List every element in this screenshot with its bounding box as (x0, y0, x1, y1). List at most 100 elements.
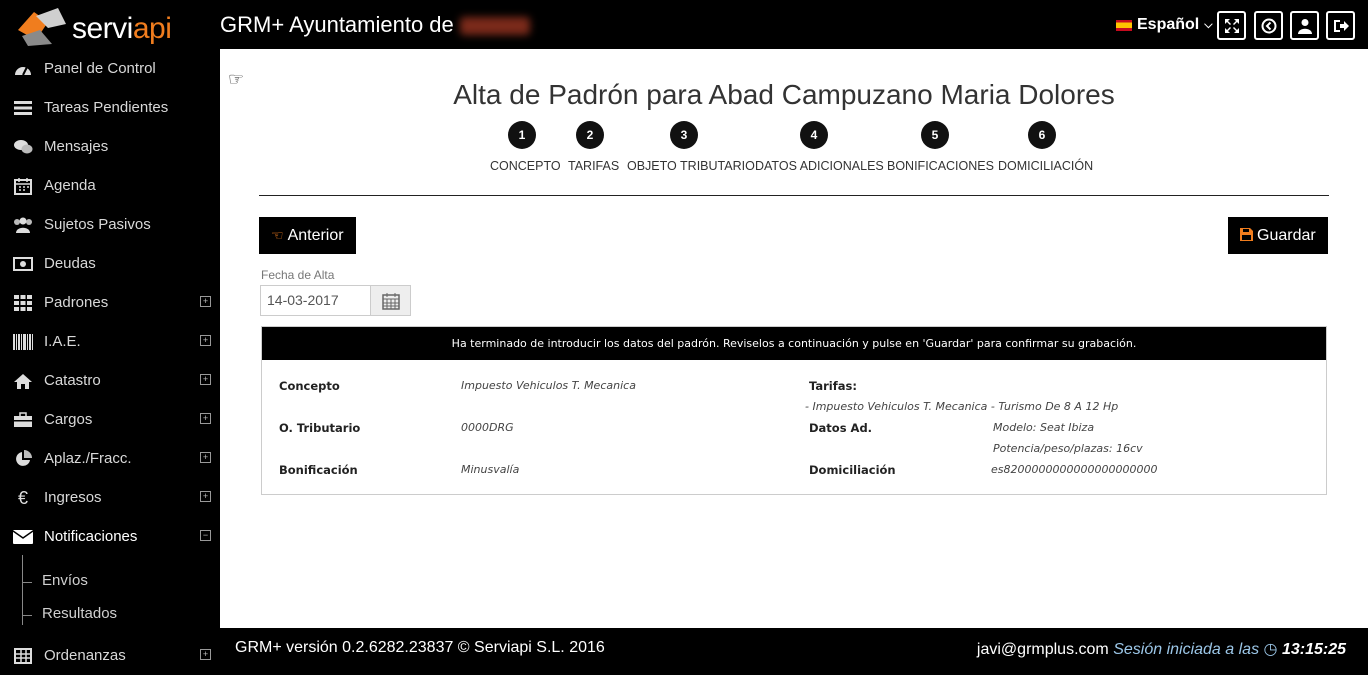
expand-plus-icon[interactable]: + (200, 413, 211, 424)
language-selector[interactable]: Español ⌵ (1116, 16, 1213, 34)
expand-plus-icon[interactable]: + (200, 335, 211, 346)
sidebar-item-padrones[interactable]: Padrones + (0, 283, 220, 322)
logo: serviapi (14, 4, 204, 46)
step-6[interactable]: 6 (1028, 121, 1056, 149)
back-button[interactable] (1254, 11, 1283, 40)
step-number: 6 (1038, 128, 1046, 142)
step-label-bonificaciones[interactable]: BONIFICACIONES (887, 159, 994, 173)
sidebar: Panel de Control Tareas Pendientes Mensa… (0, 49, 220, 664)
expand-plus-icon[interactable]: + (200, 452, 211, 463)
sidebar-item-iae[interactable]: I.A.E. + (0, 322, 220, 361)
expand-plus-icon[interactable]: + (200, 491, 211, 502)
logout-button[interactable] (1326, 11, 1355, 40)
anterior-label: Anterior (287, 226, 344, 244)
user-icon (1297, 18, 1312, 34)
sidebar-item-label: Padrones (44, 294, 109, 311)
step-3[interactable]: 3 (670, 121, 698, 149)
sidebar-item-ordenanzas[interactable]: Ordenanzas + (0, 636, 220, 675)
fullscreen-button[interactable] (1217, 11, 1246, 40)
guardar-button[interactable]: Guardar (1228, 217, 1328, 254)
sidebar-item-deudas[interactable]: Deudas (0, 244, 220, 283)
sidebar-item-panel-de-control[interactable]: Panel de Control (0, 49, 220, 88)
step-number: 3 (680, 128, 688, 142)
top-bar: serviapi GRM+ Ayuntamiento de Español ⌵ (0, 0, 1368, 49)
sidebar-item-label: Deudas (44, 255, 96, 272)
domiciliacion-value: es8200000000000000000000 (991, 463, 1158, 476)
save-icon (1240, 227, 1253, 244)
tasks-icon (12, 98, 34, 118)
bonificacion-key: Bonificación (279, 463, 358, 477)
briefcase-icon (12, 410, 34, 430)
chat-icon (12, 137, 34, 157)
tarifas-key: Tarifas: (809, 379, 857, 393)
sidebar-item-ingresos[interactable]: € Ingresos + (0, 478, 220, 517)
collapse-minus-icon[interactable]: − (200, 530, 211, 541)
sidebar-item-label: Notificaciones (44, 528, 138, 545)
sidebar-item-label: Mensajes (44, 138, 109, 155)
sidebar-item-sujetos-pasivos[interactable]: Sujetos Pasivos (0, 205, 220, 244)
step-label-datos-adicionales[interactable]: DATOS ADICIONALES (755, 159, 884, 173)
summary-panel: Ha terminado de introducir los datos del… (261, 326, 1327, 495)
step-label-domiciliacion[interactable]: DOMICILIACIÓN (998, 159, 1093, 173)
step-1[interactable]: 1 (508, 121, 536, 149)
step-number: 2 (586, 128, 594, 142)
step-5[interactable]: 5 (921, 121, 949, 149)
logout-icon (1333, 19, 1349, 32)
sidebar-item-catastro[interactable]: Catastro + (0, 361, 220, 400)
main-content: ☞ Alta de Padrón para Abad Campuzano Mar… (220, 49, 1368, 628)
spain-flag-icon (1116, 19, 1132, 31)
concepto-value: Impuesto Vehiculos T. Mecanica (461, 379, 636, 392)
sidebar-item-label: Panel de Control (44, 60, 156, 77)
sidebar-item-agenda[interactable]: Agenda (0, 166, 220, 205)
barcode-icon (12, 332, 34, 352)
step-label-objeto-tributario[interactable]: OBJETO TRIBUTARIO (627, 159, 755, 173)
expand-plus-icon[interactable]: + (200, 296, 211, 307)
brand-name: serviapi (72, 12, 172, 45)
session-label: Sesión iniciada a las (1113, 641, 1260, 658)
sidebar-item-label: Cargos (44, 411, 93, 428)
sidebar-item-aplaz-fracc[interactable]: Aplaz./Fracc. + (0, 439, 220, 478)
divider (259, 195, 1329, 196)
dashboard-icon (12, 59, 34, 79)
sidebar-item-mensajes[interactable]: Mensajes (0, 127, 220, 166)
expand-icon (1224, 18, 1239, 33)
expand-plus-icon[interactable]: + (200, 649, 211, 660)
fecha-input[interactable]: 14-03-2017 (261, 286, 370, 315)
concepto-key: Concepto (279, 379, 340, 393)
footer: GRM+ versión 0.2.6282.23837 © Serviapi S… (220, 628, 1368, 663)
datos-ad-value-1: Modelo: Seat Ibiza (993, 421, 1095, 434)
step-4[interactable]: 4 (800, 121, 828, 149)
sidebar-item-notificaciones[interactable]: Notificaciones − (0, 517, 220, 556)
version-text: GRM+ versión 0.2.6282.23837 © Serviapi S… (235, 639, 605, 656)
calendar-picker-button[interactable] (370, 286, 410, 315)
user-email: javi@grmplus.com (976, 641, 1109, 658)
step-label-concepto[interactable]: CONCEPTO (490, 159, 561, 173)
fecha-label: Fecha de Alta (261, 268, 335, 282)
profile-button[interactable] (1290, 11, 1319, 40)
back-circle-icon (1261, 18, 1276, 33)
bonificacion-value: Minusvalía (461, 463, 520, 476)
sidebar-item-label: Ingresos (44, 489, 102, 506)
anterior-button[interactable]: ☜ Anterior (259, 217, 356, 254)
envelope-icon (12, 527, 34, 547)
expand-plus-icon[interactable]: + (200, 374, 211, 385)
fecha-field[interactable]: 14-03-2017 (260, 285, 411, 316)
pie-icon (12, 449, 34, 469)
step-2[interactable]: 2 (576, 121, 604, 149)
calendar-icon (381, 292, 400, 310)
session-info: javi@grmplus.com Sesión iniciada a las ◷… (977, 639, 1346, 659)
sidebar-item-label: Agenda (44, 177, 96, 194)
table-icon (12, 646, 34, 666)
sidebar-item-tareas-pendientes[interactable]: Tareas Pendientes (0, 88, 220, 127)
sidebar-item-label: Sujetos Pasivos (44, 216, 151, 233)
tarifas-value: - Impuesto Vehiculos T. Mecanica - Turis… (805, 400, 1119, 413)
sidebar-item-label: Tareas Pendientes (44, 99, 169, 116)
sidebar-item-label: I.A.E. (44, 333, 81, 350)
step-number: 4 (810, 128, 818, 142)
datos-ad-key: Datos Ad. (809, 421, 873, 435)
logo-mark-icon (18, 8, 66, 46)
step-number: 5 (931, 128, 939, 142)
submenu-tick (22, 615, 32, 616)
sidebar-item-cargos[interactable]: Cargos + (0, 400, 220, 439)
step-label-tarifas[interactable]: TARIFAS (568, 159, 619, 173)
